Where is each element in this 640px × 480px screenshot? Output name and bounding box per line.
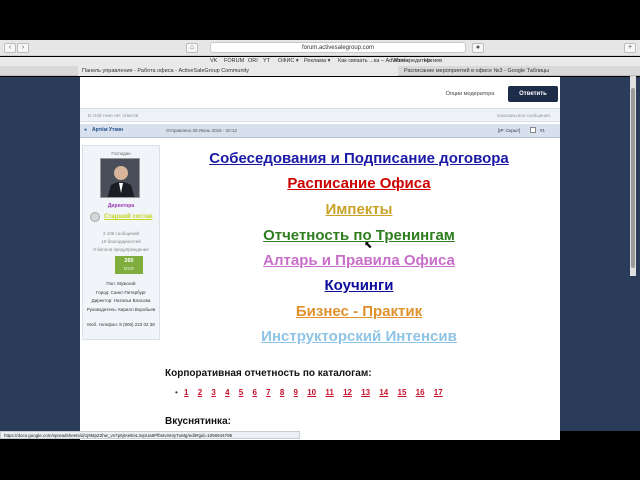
bookmark-item[interactable]: ОФИС ▾ [278,58,299,64]
post-select-checkbox[interactable] [530,127,536,133]
reply-button[interactable]: Ответить [508,86,558,102]
back-icon[interactable]: ‹ [4,43,16,53]
catalog-link[interactable]: 12 [343,388,352,397]
scrollbar-thumb[interactable] [631,88,635,268]
thanks-count: 10 благодарностей [101,239,141,244]
link-instructor-intensive[interactable]: Инструкторский Интенсив [160,328,558,345]
link-office-rules[interactable]: Алтарь и Правила Офиса [160,252,558,269]
link-training-reports[interactable]: Отчетность по Тренингам [160,227,558,244]
home-icon[interactable]: ⌂ [186,43,198,53]
pointer-cursor-icon: ⬉ [364,240,373,251]
tab-inactive[interactable]: Расписание мероприятий в офисе №3 - Goog… [400,66,560,76]
bookmark-item[interactable]: YT [263,58,270,64]
bookmark-item[interactable]: Нагиев [424,58,442,64]
author-name-icon: ● [84,127,88,133]
link-interviews[interactable]: Собеседования и Подписание договора [160,150,558,167]
thread-info-row: В этой теме нет ответов показаны все соо… [80,108,560,122]
moderator-options-button[interactable]: Опции модератора [440,88,500,100]
corporate-reports-title: Корпоративная отчетность по каталогам: [165,368,372,379]
catalog-link[interactable]: 17 [434,388,443,397]
tab-strip: Панель управления - Работа офиса - Activ… [0,66,640,76]
gender: Пол: Мужской [106,281,136,286]
link-business-practice[interactable]: Бизнес - Практик [160,303,558,320]
director: Директор: Наталья Власова [91,298,151,303]
catalog-link[interactable]: 3 [211,388,215,397]
tab-label: Расписание мероприятий в офисе №3 - Goog… [404,68,550,74]
catalog-link[interactable]: 4 [225,388,229,397]
reputation-label: Отлт [123,266,135,271]
avatar-image [101,159,139,197]
catalog-link[interactable]: 16 [416,388,425,397]
messages-count: 3 436 сообщений [102,231,140,236]
post-header: ● Артём Уткин Отправлено 08 Июнь 2016 - … [80,124,560,138]
bookmark-item[interactable]: VK [210,58,217,64]
catalog-link[interactable]: 13 [361,388,370,397]
catalog-link[interactable]: 15 [398,388,407,397]
address-text: forum.activesalegroup.com [301,45,375,51]
phone: Моб. телефон: 8 (905) 223 02 38 [87,322,155,327]
rank-icon [90,212,100,222]
tab-active[interactable]: Панель управления - Работа офиса - Activ… [78,66,398,76]
catalog-link[interactable]: 8 [280,388,284,397]
rank-label: Старший состав [104,214,153,220]
screen: ‹ › ⌂ forum.activesalegroup.com ● + VK F… [0,0,640,480]
avatar[interactable] [100,158,140,198]
warning-points: 0 баллов предупреждения [93,247,149,252]
link-impacts[interactable]: Импекты [160,201,558,218]
reputation-value: 260 [124,258,134,264]
catalog-link[interactable]: 1 [184,388,188,397]
tasty-section-title: Вкуснятинка: [165,416,231,427]
bookmark-item[interactable]: Реклама ▾ [304,58,330,64]
new-tab-icon[interactable]: + [624,43,636,53]
download-icon[interactable]: ● [472,43,484,53]
post-date: Отправлено 08 Июнь 2016 - 20:12 [166,128,237,133]
catalog-link[interactable]: 14 [379,388,388,397]
city: Город: Санкт-Петербург [96,290,146,295]
post-number[interactable]: #1 [540,128,545,133]
manager: Руководитель: Кирилл Воробьев [86,307,156,312]
role-label: Директора [107,203,135,209]
link-coaching[interactable]: Коучинги [160,277,558,294]
thread-info-right: показаны все сообщения [497,113,550,118]
list-bullet-icon: • [175,388,178,397]
catalog-link[interactable]: 6 [252,388,256,397]
post-author[interactable]: Артём Уткин [92,127,123,133]
catalog-link[interactable]: 9 [294,388,298,397]
catalog-link[interactable]: 2 [198,388,202,397]
catalog-link[interactable]: 5 [239,388,243,397]
reputation-badge: 260 Отлт [115,256,143,274]
bookmarks-bar: VK FORUM ORI YT ОФИС ▾ Реклама ▾ Как свя… [0,57,640,66]
catalog-link[interactable]: 10 [307,388,316,397]
browser-toolbar: ‹ › ⌂ forum.activesalegroup.com ● + [0,40,640,56]
catalog-link[interactable]: 7 [266,388,270,397]
catalog-number-list: • 1 2 3 4 5 6 7 8 9 10 11 12 13 14 15 16… [175,388,450,400]
post-ip: [IP: Скрыт] [498,128,521,133]
bookmark-item[interactable]: ORI [248,58,258,64]
thread-info-left: В этой теме нет ответов [88,113,139,118]
link-office-schedule[interactable]: Расписание Офиса [160,175,558,192]
bookmark-item[interactable]: FORUM [224,58,244,64]
status-bar-url: https://docs.google.com/spreadsheets/d/1… [0,431,300,439]
tab-label: Панель управления - Работа офиса - Activ… [82,68,250,74]
group-label: Господин [111,151,131,156]
forward-icon[interactable]: › [17,43,29,53]
address-bar[interactable]: forum.activesalegroup.com [210,42,466,53]
catalog-link[interactable]: 11 [325,388,333,397]
